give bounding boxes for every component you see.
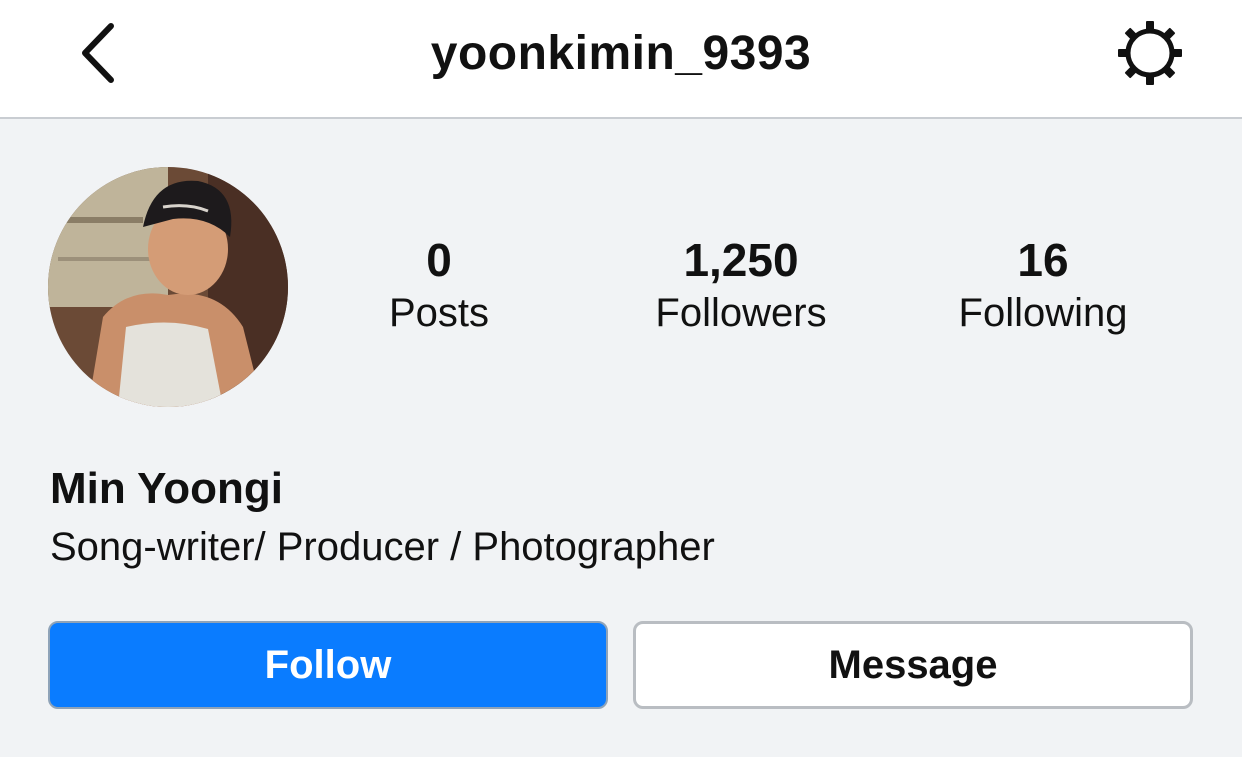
back-button[interactable] (62, 18, 132, 88)
follow-button[interactable]: Follow (48, 621, 608, 709)
posts-count: 0 (426, 234, 452, 286)
avatar-photo (48, 167, 288, 407)
followers-label: Followers (655, 291, 827, 335)
message-button[interactable]: Message (633, 621, 1193, 709)
following-stat[interactable]: 16 Following (913, 232, 1173, 338)
gear-icon (1118, 21, 1182, 85)
followers-stat[interactable]: 1,250 Followers (611, 232, 871, 338)
chevron-left-icon (82, 23, 114, 83)
settings-button[interactable] (1110, 18, 1190, 88)
posts-stat: 0 Posts (309, 232, 569, 338)
top-navigation-bar: yoonkimin_9393 (0, 0, 1242, 119)
following-count: 16 (1017, 234, 1069, 286)
following-label: Following (958, 291, 1128, 335)
profile-bio: Song-writer/ Producer / Photographer (50, 525, 715, 569)
profile-username-title: yoonkimin_9393 (430, 27, 812, 80)
profile-avatar[interactable] (48, 167, 288, 407)
posts-label: Posts (388, 291, 490, 335)
followers-count: 1,250 (683, 234, 799, 286)
profile-display-name: Min Yoongi (50, 464, 283, 513)
